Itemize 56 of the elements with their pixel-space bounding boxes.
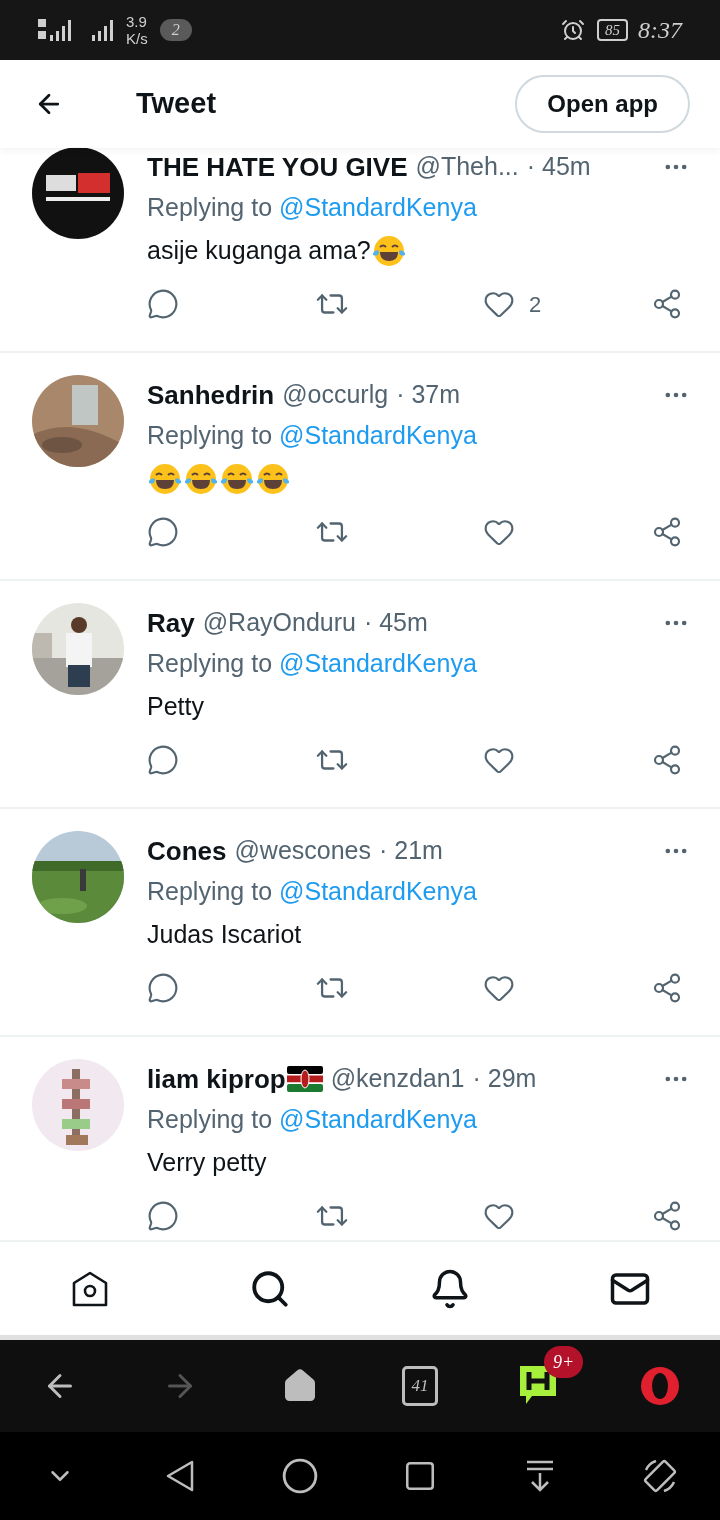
author-handle: @kenzdan1 [330, 1063, 465, 1095]
tweet-text: Verry petty [147, 1147, 267, 1179]
tab-count[interactable]: 41 [402, 1366, 438, 1406]
share-icon[interactable] [651, 744, 683, 776]
reply-label: Replying to [147, 1104, 273, 1136]
share-icon[interactable] [651, 288, 683, 320]
like-count: 2 [529, 290, 542, 319]
share-icon[interactable] [651, 516, 683, 548]
reply-label: Replying to [147, 876, 273, 908]
tweet-text: Judas Iscariot [147, 919, 302, 951]
author-name: Ray [147, 606, 195, 640]
notification-badge: 9+ [544, 1346, 584, 1378]
clock-time: 8:37 [638, 16, 682, 45]
mention-link[interactable]: @StandardKenya [279, 645, 477, 683]
author-handle: @RayOnduru [202, 607, 356, 639]
tweet-time: · 21m [379, 835, 443, 867]
share-icon[interactable] [651, 1200, 683, 1232]
reply-icon[interactable] [147, 516, 179, 548]
author-handle: @Theh... [415, 151, 519, 183]
speed-unit: K/s [126, 30, 148, 47]
author-name: liam kiprop [147, 1062, 286, 1096]
notification-count: 2 [159, 19, 192, 41]
open-app-button[interactable]: Open app [515, 75, 690, 133]
author-name: THE HATE YOU GIVE [147, 150, 408, 184]
reply-label: Replying to [147, 192, 273, 224]
reply-icon[interactable] [147, 972, 179, 1004]
back-icon[interactable] [165, 1459, 195, 1493]
tweet-text: Petty [147, 691, 204, 723]
download-icon[interactable] [525, 1459, 555, 1493]
mention-link[interactable]: @StandardKenya [279, 189, 477, 227]
battery-level: 85 [597, 19, 628, 41]
share-icon[interactable] [651, 972, 683, 1004]
page-title: Tweet [136, 86, 217, 122]
mention-link[interactable]: @StandardKenya [279, 417, 477, 455]
tweet-time: · 37m [396, 379, 461, 411]
author-name: Sanhedrin [147, 378, 275, 412]
reply-icon[interactable] [147, 288, 179, 320]
author-name: Cones [147, 834, 227, 868]
mention-link[interactable]: @StandardKenya [279, 873, 477, 911]
network-speed: 3.9 [126, 13, 148, 30]
tweet-text: asije kuganga ama? [147, 235, 371, 267]
reply-icon[interactable] [147, 1200, 179, 1232]
home-icon[interactable] [281, 1457, 319, 1495]
reply-label: Replying to [147, 420, 273, 452]
mention-link[interactable]: @StandardKenya [279, 1101, 477, 1139]
tweet-time: · 45m [363, 607, 428, 639]
reply-icon[interactable] [147, 744, 179, 776]
tweet-time: · 29m [472, 1063, 537, 1095]
author-handle: @wescones [234, 835, 372, 867]
home-icon[interactable] [282, 1368, 318, 1404]
tweet-time: · 45m [526, 151, 591, 183]
author-handle: @occurlg [282, 379, 389, 411]
browser-logo-icon[interactable] [639, 1365, 681, 1407]
alarm-icon [561, 18, 585, 42]
recents-icon[interactable] [403, 1459, 437, 1493]
reply-label: Replying to [147, 648, 273, 680]
